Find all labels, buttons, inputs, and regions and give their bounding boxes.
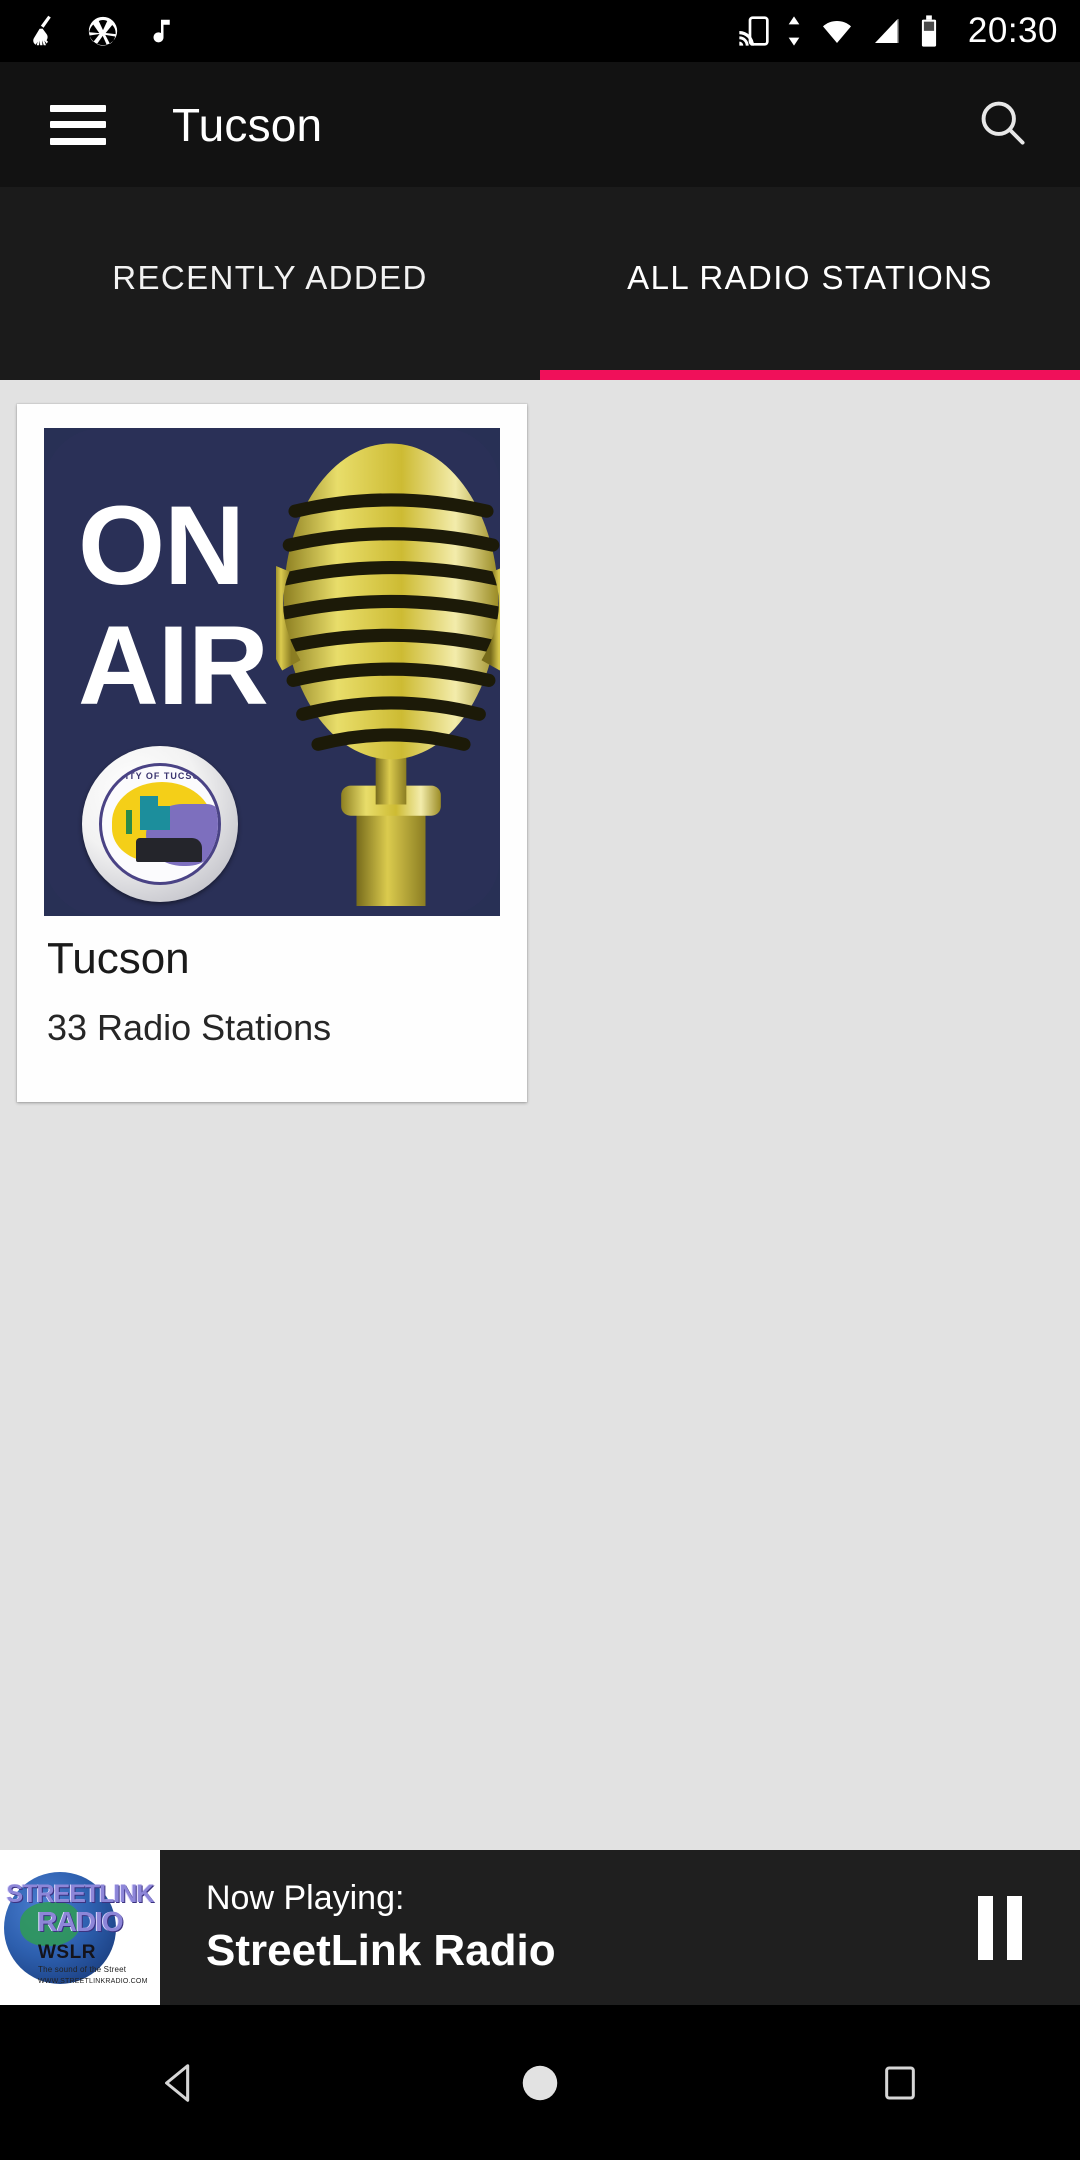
status-bar-clock: 20:30 [967, 11, 1058, 50]
now-playing-info: Now Playing: StreetLink Radio [160, 1850, 920, 2005]
artwork-text-on: ON [78, 483, 245, 608]
broom-icon [33, 15, 51, 46]
android-navigation-bar [0, 2005, 1080, 2160]
home-circle-icon[interactable] [450, 2060, 630, 2106]
battery-icon [921, 15, 936, 47]
phone-screen: 20:30 Tucson RECENTLY ADDED ALL RADIO ST… [0, 0, 1080, 2160]
station-card-text: Tucson 33 Radio Stations [47, 934, 509, 1049]
tab-all-radio-stations[interactable]: ALL RADIO STATIONS [540, 187, 1080, 380]
now-playing-title: StreetLink Radio [206, 1926, 556, 1976]
thumbnail-callsign: WSLR [38, 1942, 96, 1963]
thumbnail-logo-line2: RADIO [37, 1906, 123, 1937]
artwork-text-air: AIR [78, 603, 269, 728]
now-playing-thumbnail: STREETLINK RADIO WSLR The sound of the S… [0, 1850, 160, 2005]
music-note-icon [153, 19, 170, 43]
station-card-tucson[interactable]: ON AIR CITY OF TUCSON Tucson 33 Radio St… [17, 404, 527, 1102]
seal-building-1 [140, 796, 158, 830]
station-artwork: ON AIR CITY OF TUCSON [44, 428, 500, 916]
thumbnail-tagline: The sound of the Street [38, 1965, 127, 1974]
now-playing-bar[interactable]: STREETLINK RADIO WSLR The sound of the S… [0, 1850, 1080, 2005]
status-bar: 20:30 [0, 0, 1080, 62]
recents-square-icon[interactable] [810, 2063, 990, 2103]
seal-ring-label: CITY OF TUCSON [118, 771, 208, 781]
sync-arrows-icon [788, 16, 800, 46]
microphone-icon [276, 443, 500, 906]
cellular-signal-icon [874, 19, 899, 43]
search-icon[interactable] [976, 96, 1028, 153]
tab-recently-added[interactable]: RECENTLY ADDED [0, 187, 540, 380]
tab-indicator-active [540, 370, 1080, 380]
page-title: Tucson [172, 98, 323, 151]
now-playing-label: Now Playing: [206, 1878, 405, 1917]
aperture-icon [88, 16, 118, 46]
cast-icon [739, 16, 769, 46]
wifi-icon [822, 21, 851, 43]
station-card-subtitle: 33 Radio Stations [47, 1006, 332, 1048]
station-card-title: Tucson [47, 934, 190, 983]
tab-all-radio-stations-label: ALL RADIO STATIONS [627, 258, 993, 296]
hamburger-menu-icon[interactable] [50, 104, 106, 145]
app-bar: Tucson [0, 62, 1080, 187]
seal-building-2 [158, 806, 170, 830]
back-triangle-icon[interactable] [90, 2060, 270, 2106]
status-bar-right-icons: 20:30 [738, 11, 1058, 51]
thumbnail-url: WWW.STREETLINKRADIO.COM [38, 1978, 148, 1985]
thumbnail-logo-line1: STREETLINK [6, 1880, 155, 1908]
seal-cactus [126, 810, 132, 834]
on-air-artwork: ON AIR CITY OF TUCSON [44, 428, 500, 916]
tab-bar: RECENTLY ADDED ALL RADIO STATIONS [0, 187, 1080, 380]
tab-recently-added-label: RECENTLY ADDED [112, 258, 428, 296]
pause-icon[interactable] [920, 1850, 1080, 2005]
station-grid: ON AIR CITY OF TUCSON Tucson 33 Radio St… [0, 380, 1080, 1850]
status-bar-left-icons [26, 14, 176, 48]
city-seal-badge: CITY OF TUCSON [82, 746, 238, 902]
seal-foreground [136, 838, 202, 862]
city-seal-inner: CITY OF TUCSON [99, 763, 221, 885]
